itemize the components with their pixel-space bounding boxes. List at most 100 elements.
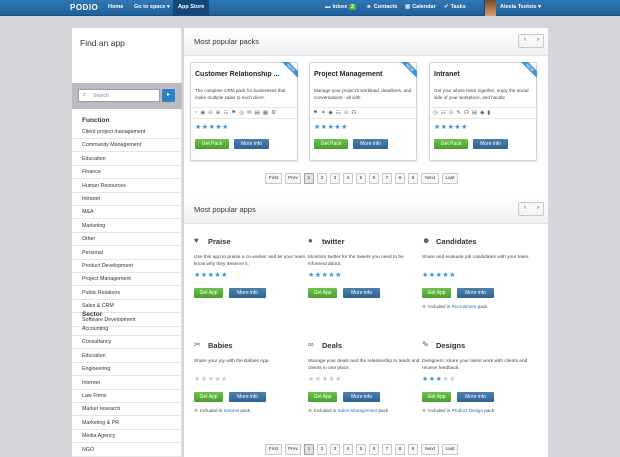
sidebar-item-finance[interactable]: Finance [82, 169, 101, 175]
sidebar-item-sales-crm[interactable]: Sales & CRM [82, 303, 114, 309]
prev-page-button[interactable]: Prev [285, 444, 301, 455]
get-pack-button[interactable]: Get Pack [195, 139, 229, 149]
sidebar-item-community-management[interactable]: Community Management [82, 142, 141, 148]
sidebar-item-marketing[interactable]: Marketing [82, 223, 105, 229]
app-card[interactable]: ♥ Praise Use this app to praise a co-worke… [194, 234, 308, 334]
included-pack-link[interactable]: Sales Management [338, 408, 378, 413]
more-info-button[interactable]: More info [457, 392, 494, 402]
app-card[interactable]: ✂ Babies Share your joy with the Babies Ap… [194, 338, 308, 438]
nav-go-to-space[interactable]: Go to space ▾ [134, 4, 170, 10]
pack-card[interactable]: NEW Customer Relationship ... The complete… [190, 62, 299, 161]
next-page-button[interactable]: Next [421, 173, 439, 184]
sidebar-item-education[interactable]: Education [82, 353, 106, 359]
sidebar-item-media-agency[interactable]: Media Agency [82, 433, 115, 439]
page-7-button[interactable]: 7 [382, 444, 392, 455]
nav-inbox[interactable]: ▬ Inbox 2 [325, 4, 356, 10]
avatar[interactable] [484, 0, 496, 16]
pack-title[interactable]: Intranet [434, 71, 532, 78]
chevron-left-icon[interactable]: ‹ [519, 36, 531, 43]
page-5-button[interactable]: 5 [356, 444, 366, 455]
sidebar-item-internet[interactable]: Internet [82, 380, 100, 386]
page-9-button[interactable]: 9 [408, 173, 418, 184]
more-info-button[interactable]: More info [229, 392, 266, 402]
page-1-button[interactable]: 1 [304, 444, 314, 455]
search-input[interactable]: ⌕ Search [78, 89, 160, 102]
app-title[interactable]: twitter [322, 237, 345, 246]
sidebar-item-engineering[interactable]: Engineering [82, 366, 110, 372]
more-info-button[interactable]: More info [229, 288, 266, 298]
app-title[interactable]: Designs [436, 341, 465, 350]
pack-card[interactable]: NEW Intranet Get your whole team together,… [429, 62, 538, 161]
page-6-button[interactable]: 6 [369, 444, 379, 455]
sidebar-item-ngo[interactable]: NGO [82, 447, 94, 453]
page-2-button[interactable]: 2 [317, 173, 327, 184]
prev-page-button[interactable]: Prev [285, 173, 301, 184]
search-button[interactable]: ▸ [162, 89, 175, 102]
page-9-button[interactable]: 9 [408, 444, 418, 455]
page-3-button[interactable]: 3 [330, 444, 340, 455]
sidebar-item-project-management[interactable]: Project Management [82, 276, 131, 282]
page-4-button[interactable]: 4 [343, 444, 353, 455]
sidebar-item-client-project-management[interactable]: Client project management [82, 129, 145, 135]
get-app-button[interactable]: Get App [194, 288, 223, 298]
app-card[interactable]: ☻ Candidates Share and evaluate job candid… [422, 234, 536, 334]
app-card[interactable]: ● twitter Monitors twitter for the tweets … [308, 234, 422, 334]
page-3-button[interactable]: 3 [330, 173, 340, 184]
page-8-button[interactable]: 8 [395, 444, 405, 455]
sidebar-item-accounting[interactable]: Accounting [82, 326, 108, 332]
nav-app-store[interactable]: App Store [173, 0, 210, 16]
page-8-button[interactable]: 8 [395, 173, 405, 184]
chevron-right-icon[interactable]: › [532, 204, 544, 211]
page-5-button[interactable]: 5 [356, 173, 366, 184]
page-6-button[interactable]: 6 [369, 173, 379, 184]
sidebar-item-intranet[interactable]: Intranet [82, 196, 100, 202]
pack-title[interactable]: Project Management [314, 71, 412, 78]
more-info-button[interactable]: More info [343, 288, 380, 298]
pack-card[interactable]: NEW Project Management Manage your project… [309, 62, 418, 161]
sidebar-item-public-relations[interactable]: Public Relations [82, 290, 120, 296]
sidebar-item-marketing-pr[interactable]: Marketing & PR [82, 420, 119, 426]
sidebar-item-other[interactable]: Other [82, 236, 95, 242]
app-card[interactable]: ✎ Designs Designers; share your latest wor… [422, 338, 536, 438]
user-menu[interactable]: Alexia Tsotsis ▾ [500, 4, 541, 10]
get-app-button[interactable]: Get App [422, 392, 451, 402]
app-title[interactable]: Candidates [436, 237, 476, 246]
get-app-button[interactable]: Get App [422, 288, 451, 298]
app-card[interactable]: ∞ Deals Manage your deals and the relation… [308, 338, 422, 438]
page-1-button[interactable]: 1 [304, 173, 314, 184]
sidebar-item-product-development[interactable]: Product Development [82, 263, 133, 269]
first-page-button[interactable]: First [265, 444, 282, 455]
more-info-button[interactable]: More info [234, 139, 269, 149]
get-app-button[interactable]: Get App [308, 288, 337, 298]
sidebar-item-personal[interactable]: Personal [82, 250, 103, 256]
app-title[interactable]: Deals [322, 341, 342, 350]
sidebar-item-education[interactable]: Education [82, 156, 106, 162]
get-pack-button[interactable]: Get Pack [314, 139, 348, 149]
more-info-button[interactable]: More info [457, 288, 494, 298]
next-page-button[interactable]: Next [421, 444, 439, 455]
chevron-left-icon[interactable]: ‹ [519, 204, 531, 211]
included-pack-link[interactable]: Product Design [452, 408, 483, 413]
pack-title[interactable]: Customer Relationship ... [195, 71, 293, 78]
nav-contacts[interactable]: ☻ Contacts [366, 4, 397, 10]
more-info-button[interactable]: More info [353, 139, 388, 149]
more-info-button[interactable]: More info [343, 392, 380, 402]
included-pack-link[interactable]: Intranet [224, 408, 240, 413]
sidebar-item-law-firms[interactable]: Law Firms [82, 393, 106, 399]
page-7-button[interactable]: 7 [382, 173, 392, 184]
sidebar-item-consultancy[interactable]: Consultancy [82, 339, 111, 345]
chevron-right-icon[interactable]: › [532, 36, 544, 43]
get-app-button[interactable]: Get App [308, 392, 337, 402]
app-title[interactable]: Praise [208, 237, 231, 246]
page-4-button[interactable]: 4 [343, 173, 353, 184]
sidebar-item-market-research[interactable]: Market research [82, 406, 120, 412]
get-app-button[interactable]: Get App [194, 392, 223, 402]
last-page-button[interactable]: Last [442, 173, 458, 184]
podio-logo[interactable]: PODIO [70, 3, 98, 12]
more-info-button[interactable]: More info [473, 139, 508, 149]
first-page-button[interactable]: First [265, 173, 282, 184]
sidebar-item-m-a[interactable]: M&A [82, 209, 93, 215]
sidebar-item-human-resources[interactable]: Human Resources [82, 183, 126, 189]
nav-home[interactable]: Home [108, 4, 123, 10]
last-page-button[interactable]: Last [442, 444, 458, 455]
